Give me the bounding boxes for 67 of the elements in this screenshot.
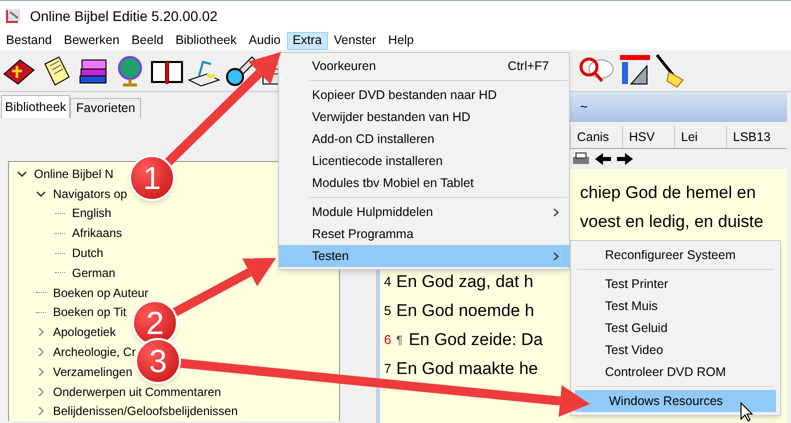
tree-item[interactable]: Onderwerpen uit Commentaren bbox=[50, 382, 222, 401]
chevron-right-icon[interactable] bbox=[36, 366, 46, 377]
menu-item[interactable]: Venster bbox=[328, 32, 382, 50]
menu-item[interactable]: Reconfigureer Systeem bbox=[571, 244, 780, 266]
printer-icon[interactable] bbox=[572, 152, 590, 166]
tab[interactable]: Bibliotheek bbox=[1, 95, 70, 118]
verse-text: En God maakte he bbox=[396, 358, 538, 380]
menu-item[interactable]: Controleer DVD ROM bbox=[571, 361, 780, 383]
verse-text: En God zeide: Da bbox=[408, 328, 543, 351]
tree-item[interactable]: Verzamelingen bbox=[50, 362, 132, 381]
menu-item[interactable]: Add-on CD installeren bbox=[279, 128, 569, 150]
menu-item[interactable]: Module Hulpmiddelen bbox=[279, 201, 569, 223]
chevron-right-icon[interactable] bbox=[36, 406, 46, 416]
menu-item[interactable]: Bestand bbox=[0, 32, 58, 50]
menu-item[interactable]: Test Muis bbox=[571, 295, 780, 317]
chevron-right-icon[interactable] bbox=[36, 386, 46, 397]
shortcut-label: Ctrl+F7 bbox=[508, 58, 550, 75]
arrow-right-icon[interactable] bbox=[616, 152, 634, 166]
tree-item[interactable]: Navigators op bbox=[50, 184, 128, 203]
menu-item[interactable]: Voorkeuren Ctrl+F7 bbox=[279, 55, 569, 77]
verse-text: En God noemde h bbox=[396, 300, 534, 322]
tree-item[interactable]: Afrikaans bbox=[69, 224, 122, 242]
reader-title: ~ bbox=[580, 98, 588, 116]
verse-number: 4 bbox=[384, 272, 392, 291]
tree-item[interactable]: Archeologie, Cr bbox=[50, 343, 136, 362]
menu-item[interactable]: Reset Programma bbox=[279, 223, 569, 245]
mouse-cursor-icon bbox=[740, 402, 753, 422]
menu-item[interactable]: Windows Resources bbox=[575, 390, 776, 412]
menu-item[interactable]: Bewerken bbox=[58, 32, 126, 50]
chevron-down-icon[interactable] bbox=[17, 168, 27, 179]
menu-item[interactable]: Bibliotheek bbox=[169, 32, 243, 50]
verse-text: En God zag, dat h bbox=[396, 270, 534, 293]
tree-item[interactable]: Boeken op Tit bbox=[50, 303, 126, 322]
chevron-right-icon[interactable] bbox=[36, 347, 46, 358]
chevron-right-icon[interactable] bbox=[36, 327, 46, 338]
menu-item[interactable]: Test Geluid bbox=[571, 317, 780, 339]
tree-item[interactable]: Boeken op Auteur bbox=[50, 284, 148, 302]
ruler-triangle-icon bbox=[619, 54, 651, 88]
tree-item[interactable]: Apologetiek bbox=[50, 323, 116, 342]
flashlight-icon bbox=[224, 54, 258, 88]
tab[interactable]: Favorieten bbox=[70, 98, 142, 118]
pilcrow-mark: ¶ bbox=[396, 332, 403, 348]
tree-item[interactable]: Belijdenissen/Geloofsbelijdenissen bbox=[50, 402, 238, 420]
verse-number: 7 bbox=[384, 360, 392, 378]
tree-item[interactable]: German bbox=[69, 264, 116, 282]
verse-text: chiep God de hemel en bbox=[580, 182, 756, 204]
window-title: Online Bijbel Editie 5.20.00.02 bbox=[30, 6, 218, 26]
verse-number: 5 bbox=[384, 302, 392, 320]
chevron-down-icon[interactable] bbox=[36, 188, 46, 199]
menu-item[interactable]: Test Video bbox=[571, 339, 780, 361]
menu-item[interactable]: Audio bbox=[242, 32, 287, 50]
arrow-left-icon[interactable] bbox=[594, 152, 612, 166]
tree-item[interactable]: Online Bijbel N bbox=[31, 164, 114, 183]
menu-item[interactable]: Extra bbox=[286, 32, 328, 50]
tree-item[interactable]: English bbox=[69, 204, 112, 222]
menu-item[interactable]: Beeld bbox=[125, 32, 170, 50]
menu-item[interactable]: Kopieer DVD bestanden naar HD bbox=[279, 84, 569, 106]
verse-number: 6 bbox=[384, 330, 392, 349]
menu-item[interactable]: Verwijder bestanden van HD bbox=[279, 106, 569, 128]
menu-item[interactable]: Modules tbv Mobiel en Tablet bbox=[279, 172, 569, 194]
app-icon bbox=[4, 7, 22, 25]
menu-item[interactable]: Testen bbox=[279, 245, 569, 267]
menu-item[interactable]: Licentiecode installeren bbox=[279, 150, 569, 172]
verse-text: voest en ledig, en duiste bbox=[580, 210, 764, 233]
menu-item[interactable]: Test Printer bbox=[571, 273, 780, 295]
menu-item[interactable]: Help bbox=[382, 32, 420, 50]
tree-item[interactable]: Dutch bbox=[69, 244, 104, 262]
